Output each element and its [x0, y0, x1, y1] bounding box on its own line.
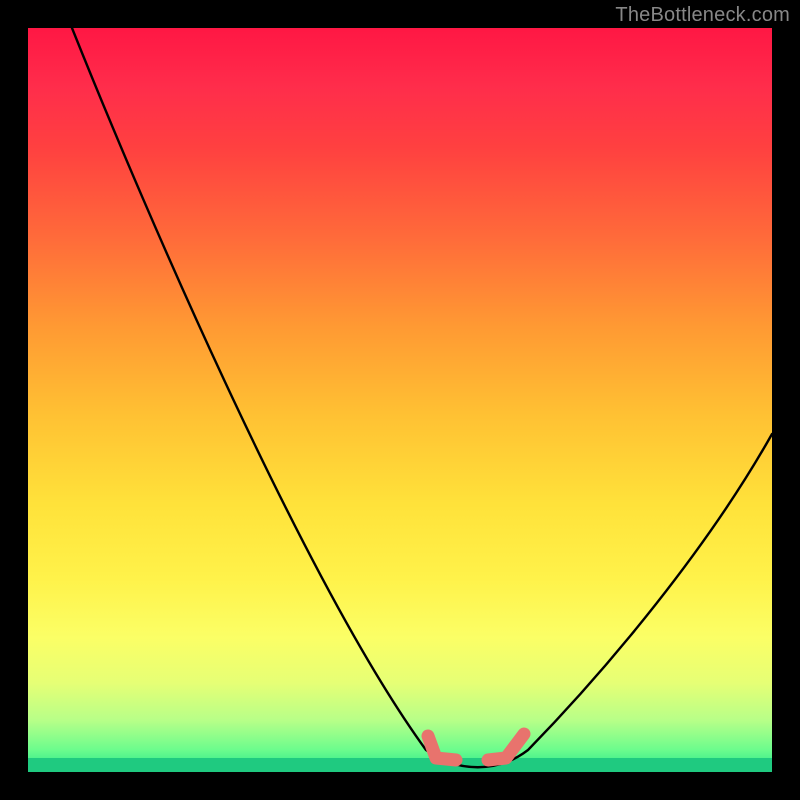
chart-frame: TheBottleneck.com — [0, 0, 800, 800]
bottleneck-curve — [28, 28, 772, 772]
curve-path — [72, 28, 772, 767]
plot-area — [28, 28, 772, 772]
watermark-text: TheBottleneck.com — [615, 4, 790, 27]
trough-marker-icon — [428, 734, 524, 760]
